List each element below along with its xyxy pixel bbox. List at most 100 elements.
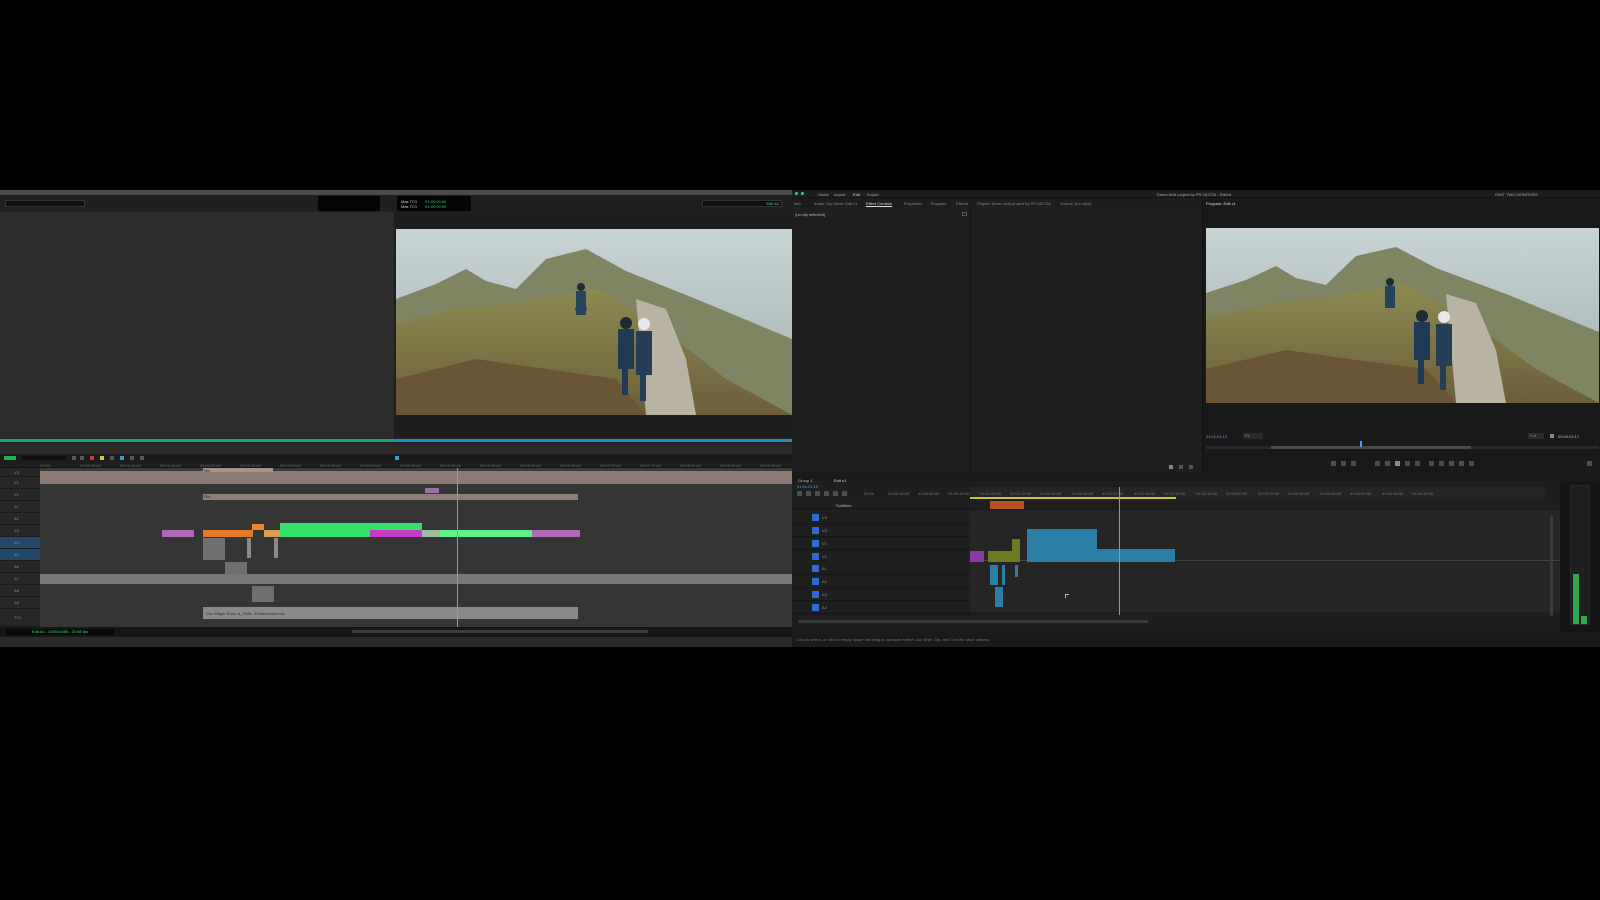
clip-v1-tan[interactable] — [264, 530, 280, 537]
trim-icon[interactable] — [130, 456, 134, 460]
mark-out-icon[interactable] — [1351, 461, 1356, 466]
captions-icon[interactable] — [842, 491, 847, 496]
extract-icon[interactable] — [80, 456, 84, 460]
workspace-label[interactable]: OMIT TWO MONITORS — [1495, 192, 1538, 197]
lift-icon[interactable] — [72, 456, 76, 460]
track-head-a9[interactable]: A9 — [0, 597, 40, 609]
track-head-a8[interactable]: A8 — [0, 585, 40, 597]
step-forward-icon[interactable] — [1405, 461, 1410, 466]
clip-a3-teal[interactable] — [995, 587, 1003, 607]
quality-dropdown[interactable]: Full — [1528, 433, 1544, 439]
play-icon[interactable] — [1395, 461, 1400, 466]
clip-v1-teal[interactable] — [1097, 549, 1175, 563]
sequence-tab-group[interactable]: Group 1 — [798, 478, 812, 483]
program-playhead[interactable] — [1360, 441, 1362, 447]
wrench-icon[interactable] — [1550, 434, 1554, 438]
menu-export[interactable]: Export — [867, 192, 879, 197]
sequence-tab-edit[interactable]: Edit v1 — [834, 478, 846, 483]
panel-menu-icon[interactable] — [962, 212, 967, 216]
mark-out-icon[interactable] — [100, 456, 104, 460]
effect-controls-divider[interactable] — [970, 207, 971, 472]
subtitle-track-head[interactable]: Subtitles — [792, 501, 970, 509]
effect-controls-panel[interactable]: (no clip selected) — [792, 207, 1202, 472]
track-head-v2[interactable]: V2 — [0, 477, 40, 489]
filter-icon[interactable] — [1169, 465, 1173, 469]
overwrite-icon[interactable] — [120, 456, 124, 460]
track-head-a6[interactable]: A6 — [0, 561, 40, 573]
add-marker-icon[interactable] — [824, 491, 829, 496]
track-head-v2[interactable]: V2 — [792, 537, 970, 550]
window-dot-icon[interactable] — [801, 192, 804, 195]
clip-v1-green-b[interactable] — [370, 523, 422, 530]
add-button-icon[interactable] — [1587, 461, 1592, 466]
clip-title-b[interactable]: Title — [203, 494, 578, 500]
clip-v1-purple-a[interactable] — [162, 530, 194, 537]
clip-v2-olive[interactable] — [1012, 539, 1020, 563]
timeline-vertical-scrollbar[interactable] — [1550, 516, 1553, 616]
track-head-a3[interactable]: A3 — [0, 525, 40, 537]
track-head-a2[interactable]: A2 — [792, 575, 970, 588]
track-head-tc1[interactable]: TC1 — [0, 609, 40, 627]
clip-v3-filler[interactable] — [40, 471, 792, 484]
clip-v1-magenta[interactable] — [370, 530, 422, 537]
track-head-v3[interactable]: V3 — [0, 468, 40, 477]
clip-a6-filler[interactable] — [40, 574, 792, 584]
clip-a1-teal[interactable] — [990, 565, 998, 585]
mark-in-icon[interactable] — [1341, 461, 1346, 466]
track-head-v1[interactable]: V1 — [0, 489, 40, 501]
clip-a-grey-a[interactable] — [203, 538, 225, 560]
program-monitor[interactable]: Program: Edit v1 01:01:01:19 Fit Full 00… — [1202, 199, 1600, 472]
tab-effects[interactable]: Effects — [956, 201, 968, 206]
program-tab[interactable]: Program: Edit v1 — [1206, 201, 1236, 206]
program-scrub-bar[interactable] — [1206, 446, 1599, 449]
timeline-tracks[interactable]: V3 V2 V1 A1 A2 A3 A4 A5 A6 A7 A8 A9 TC1 … — [0, 468, 792, 627]
loop-icon[interactable] — [1189, 465, 1193, 469]
menu-import[interactable]: Import — [834, 192, 845, 197]
timeline-horizontal-scrollbar[interactable] — [798, 620, 1148, 623]
clip-title-a[interactable]: Title — [203, 468, 273, 473]
tab-info[interactable]: Info — [794, 201, 801, 206]
clip-v1-green-c[interactable] — [440, 530, 532, 537]
snap-icon[interactable] — [395, 456, 399, 460]
clip-v1-purple-b[interactable] — [532, 530, 580, 537]
marker-icon[interactable] — [1331, 461, 1336, 466]
linked-selection-icon[interactable] — [815, 491, 820, 496]
clip-v1-orange-top[interactable] — [252, 524, 264, 530]
sequence-timecode[interactable]: 01:01:01:19 — [797, 484, 818, 489]
track-head-a7[interactable]: A7 — [0, 573, 40, 585]
track-head-a3[interactable]: A3 — [792, 588, 970, 601]
go-to-out-icon[interactable] — [1415, 461, 1420, 466]
go-to-in-icon[interactable] — [1375, 461, 1380, 466]
record-position-bar[interactable] — [394, 439, 792, 442]
clip-v1-orange[interactable] — [203, 530, 253, 537]
track-head-a4[interactable]: A4 — [0, 537, 40, 549]
insert-sequence-icon[interactable] — [797, 491, 802, 496]
step-back-icon[interactable] — [1385, 461, 1390, 466]
source-monitor[interactable] — [0, 212, 394, 438]
clip-a1-teal-b[interactable] — [1002, 565, 1005, 585]
premiere-timeline-panel[interactable]: Group 1 Edit v1 01:01:01:19 00:00 01:00:… — [792, 478, 1560, 632]
track-head-a2[interactable]: A2 — [0, 513, 40, 525]
play-audio-icon[interactable] — [1179, 465, 1183, 469]
clip-long-audio[interactable]: Gun Magic Rotor-A_0008 - Entrance/sound1 — [203, 607, 578, 619]
tab-source[interactable]: Source: (no clips) — [1060, 201, 1091, 206]
clip-a-grey-e[interactable] — [252, 586, 274, 602]
track-head-a5[interactable]: A5 — [0, 549, 40, 561]
mark-in-icon[interactable] — [90, 456, 94, 460]
tab-project[interactable]: Project: Demo Avid project by PR 08172A — [977, 201, 1051, 206]
timeline-name-field[interactable] — [22, 456, 66, 460]
clip-a1-teal-c[interactable] — [1015, 565, 1018, 577]
clip-v1-grey[interactable] — [422, 530, 440, 537]
track-head-a4[interactable]: A4 — [792, 601, 970, 614]
multicam-icon[interactable] — [1469, 461, 1474, 466]
avid-position-bar[interactable] — [0, 438, 792, 443]
audio-tracks-area[interactable] — [970, 562, 1560, 612]
tab-program[interactable]: Program — [931, 201, 946, 206]
tab-effect-controls[interactable]: Effect Controls — [866, 201, 892, 206]
splice-icon[interactable] — [110, 456, 114, 460]
avid-playhead[interactable] — [457, 468, 458, 628]
menu-edit[interactable]: Edit — [853, 192, 860, 197]
clip-v1-green-a[interactable] — [280, 523, 370, 537]
record-monitor[interactable] — [394, 212, 792, 438]
wrench-icon[interactable] — [833, 491, 838, 496]
